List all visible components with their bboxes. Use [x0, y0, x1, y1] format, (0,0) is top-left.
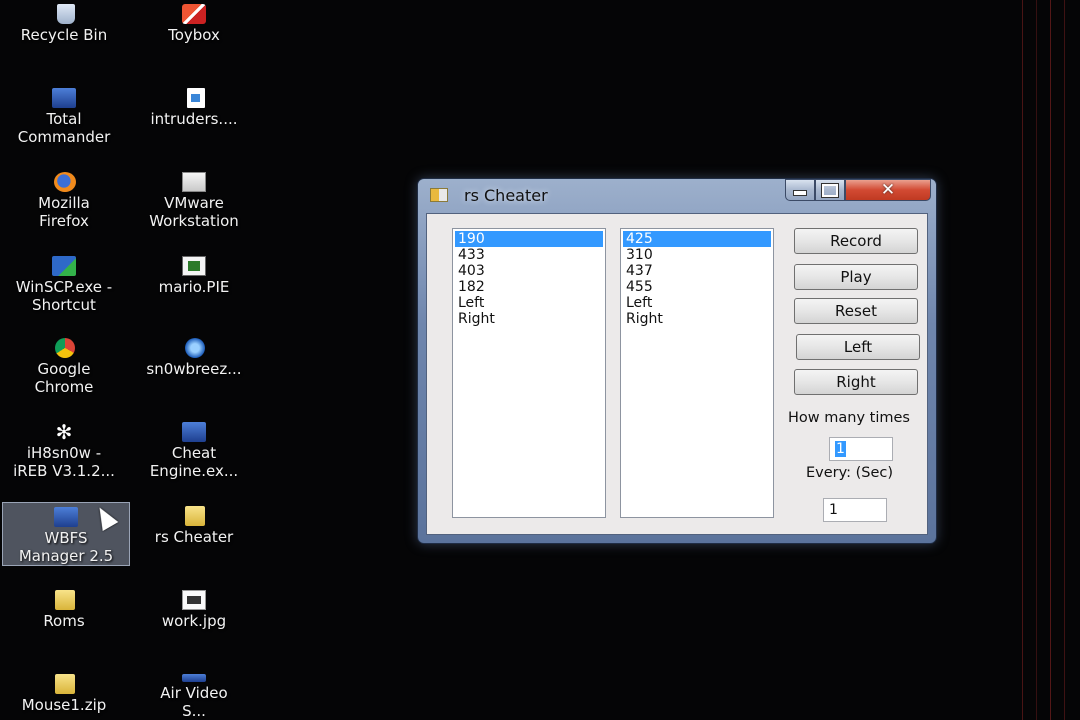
how-many-times-input[interactable]: 1	[829, 437, 893, 461]
app-icon	[430, 188, 448, 202]
desktop-icon-label: iH8sn0w - iREB V3.1.2...	[13, 444, 115, 480]
toybox-icon	[182, 4, 206, 24]
desktop-icon-mario-pie[interactable]: mario.PIE	[130, 252, 258, 314]
desktop-icon-toybox[interactable]: Toybox	[130, 0, 258, 62]
desktop-icon-label: WinSCP.exe - Shortcut	[15, 278, 113, 314]
record-button[interactable]: Record	[794, 228, 918, 254]
desktop-icon-label: rs Cheater	[154, 528, 234, 546]
close-button[interactable]: ✕	[845, 179, 931, 201]
image-file-icon	[182, 590, 206, 610]
how-many-times-value: 1	[835, 441, 846, 457]
desktop-icon-label: work.jpg	[161, 612, 227, 630]
desktop-icon-label: WBFS Manager 2.5	[18, 529, 114, 565]
left-button[interactable]: Left	[796, 334, 920, 360]
total-commander-icon	[52, 88, 76, 108]
recycle-bin-icon	[56, 4, 75, 24]
desktop-icon-recycle-bin[interactable]: Recycle Bin	[0, 0, 128, 62]
right-coordinates-listbox[interactable]: 425 310 437 455 Left Right	[620, 228, 774, 518]
every-seconds-label: Every: (Sec)	[806, 465, 894, 481]
desktop-icon-label: Toybox	[168, 26, 220, 44]
chrome-icon	[55, 338, 75, 358]
window-title: rs Cheater	[464, 186, 548, 205]
wbfs-icon	[54, 507, 78, 527]
desktop-icon-roms[interactable]: Roms	[0, 586, 128, 648]
desktop-icon-label: Total Commander	[17, 110, 111, 146]
caption-buttons: ✕	[785, 179, 931, 201]
folder-icon	[55, 590, 75, 610]
title-bar[interactable]: rs Cheater ✕	[418, 179, 936, 213]
list-item[interactable]: 190	[455, 231, 603, 247]
desktop-icon-label: intruders....	[150, 110, 238, 128]
desktop-icon-air-video[interactable]: Air Video S...	[130, 670, 258, 720]
desktop-icon-ih8sn0w[interactable]: ✻ iH8sn0w - iREB V3.1.2...	[0, 418, 128, 480]
desktop-icon-label: Mouse1.zip	[21, 696, 107, 714]
desktop-icon-intruders[interactable]: intruders....	[130, 84, 258, 146]
minimize-icon	[793, 190, 807, 196]
desktop-icon-winscp[interactable]: WinSCP.exe - Shortcut	[0, 252, 128, 314]
desktop-icon-label: mario.PIE	[158, 278, 230, 296]
vmware-icon	[182, 172, 206, 192]
rs-cheater-window: rs Cheater ✕ 190 433 403 182 Left Right …	[417, 178, 937, 544]
winscp-icon	[52, 256, 76, 276]
firefox-icon	[53, 172, 76, 192]
desktop-icon-total-commander[interactable]: Total Commander	[0, 84, 128, 146]
desktop-icon-mouse1-zip[interactable]: Mouse1.zip	[0, 670, 128, 720]
minimize-button[interactable]	[785, 179, 815, 201]
left-coordinates-listbox[interactable]: 190 433 403 182 Left Right	[452, 228, 606, 518]
list-item[interactable]: 182	[453, 279, 605, 295]
maximize-icon	[821, 182, 839, 198]
globe-icon	[185, 338, 205, 358]
pie-file-icon	[182, 256, 206, 276]
snowflake-icon: ✻	[55, 420, 73, 444]
list-item[interactable]: 425	[623, 231, 771, 247]
rs-cheater-icon	[185, 506, 205, 526]
desktop-icon-chrome[interactable]: Google Chrome	[0, 334, 128, 396]
desktop-icon-label: Cheat Engine.ex...	[149, 444, 239, 480]
list-item[interactable]: 403	[453, 263, 605, 279]
desktop-icon-rs-cheater[interactable]: rs Cheater	[130, 502, 258, 564]
desktop-icon-work-jpg[interactable]: work.jpg	[130, 586, 258, 648]
desktop-icon-label: VMware Workstation	[149, 194, 239, 230]
desktop-icon-label: Roms	[43, 612, 85, 630]
air-video-icon	[182, 674, 206, 682]
zip-icon	[55, 674, 75, 694]
window-client-area: 190 433 403 182 Left Right 425 310 437 4…	[426, 213, 928, 535]
list-item[interactable]: Right	[621, 311, 773, 327]
every-seconds-input[interactable]: 1	[823, 498, 887, 522]
desktop-icon-label: Google Chrome	[34, 360, 94, 396]
maximize-button[interactable]	[815, 179, 845, 201]
desktop-icon-vmware[interactable]: VMware Workstation	[130, 168, 258, 230]
right-button[interactable]: Right	[794, 369, 918, 395]
list-item[interactable]: 437	[621, 263, 773, 279]
desktop-icon-label: Recycle Bin	[20, 26, 108, 44]
play-button[interactable]: Play	[794, 264, 918, 290]
cheat-engine-icon	[182, 422, 206, 442]
desktop-icon-label: Air Video S...	[160, 684, 228, 720]
desktop-icon-label: Mozilla Firefox	[38, 194, 90, 230]
list-item[interactable]: Right	[453, 311, 605, 327]
close-icon: ✕	[880, 180, 896, 200]
list-item[interactable]: 455	[621, 279, 773, 295]
desktop-icon-cheat-engine[interactable]: Cheat Engine.ex...	[130, 418, 258, 480]
desktop-icon-label: sn0wbreez...	[146, 360, 242, 378]
reset-button[interactable]: Reset	[794, 298, 918, 324]
document-icon	[186, 88, 205, 108]
list-item[interactable]: Left	[621, 295, 773, 311]
desktop-icon-firefox[interactable]: Mozilla Firefox	[0, 168, 128, 230]
list-item[interactable]: Left	[453, 295, 605, 311]
list-item[interactable]: 310	[621, 247, 773, 263]
list-item[interactable]: 433	[453, 247, 605, 263]
desktop-icon-sn0wbreeze[interactable]: sn0wbreez...	[130, 334, 258, 396]
how-many-times-label: How many times	[788, 410, 910, 426]
